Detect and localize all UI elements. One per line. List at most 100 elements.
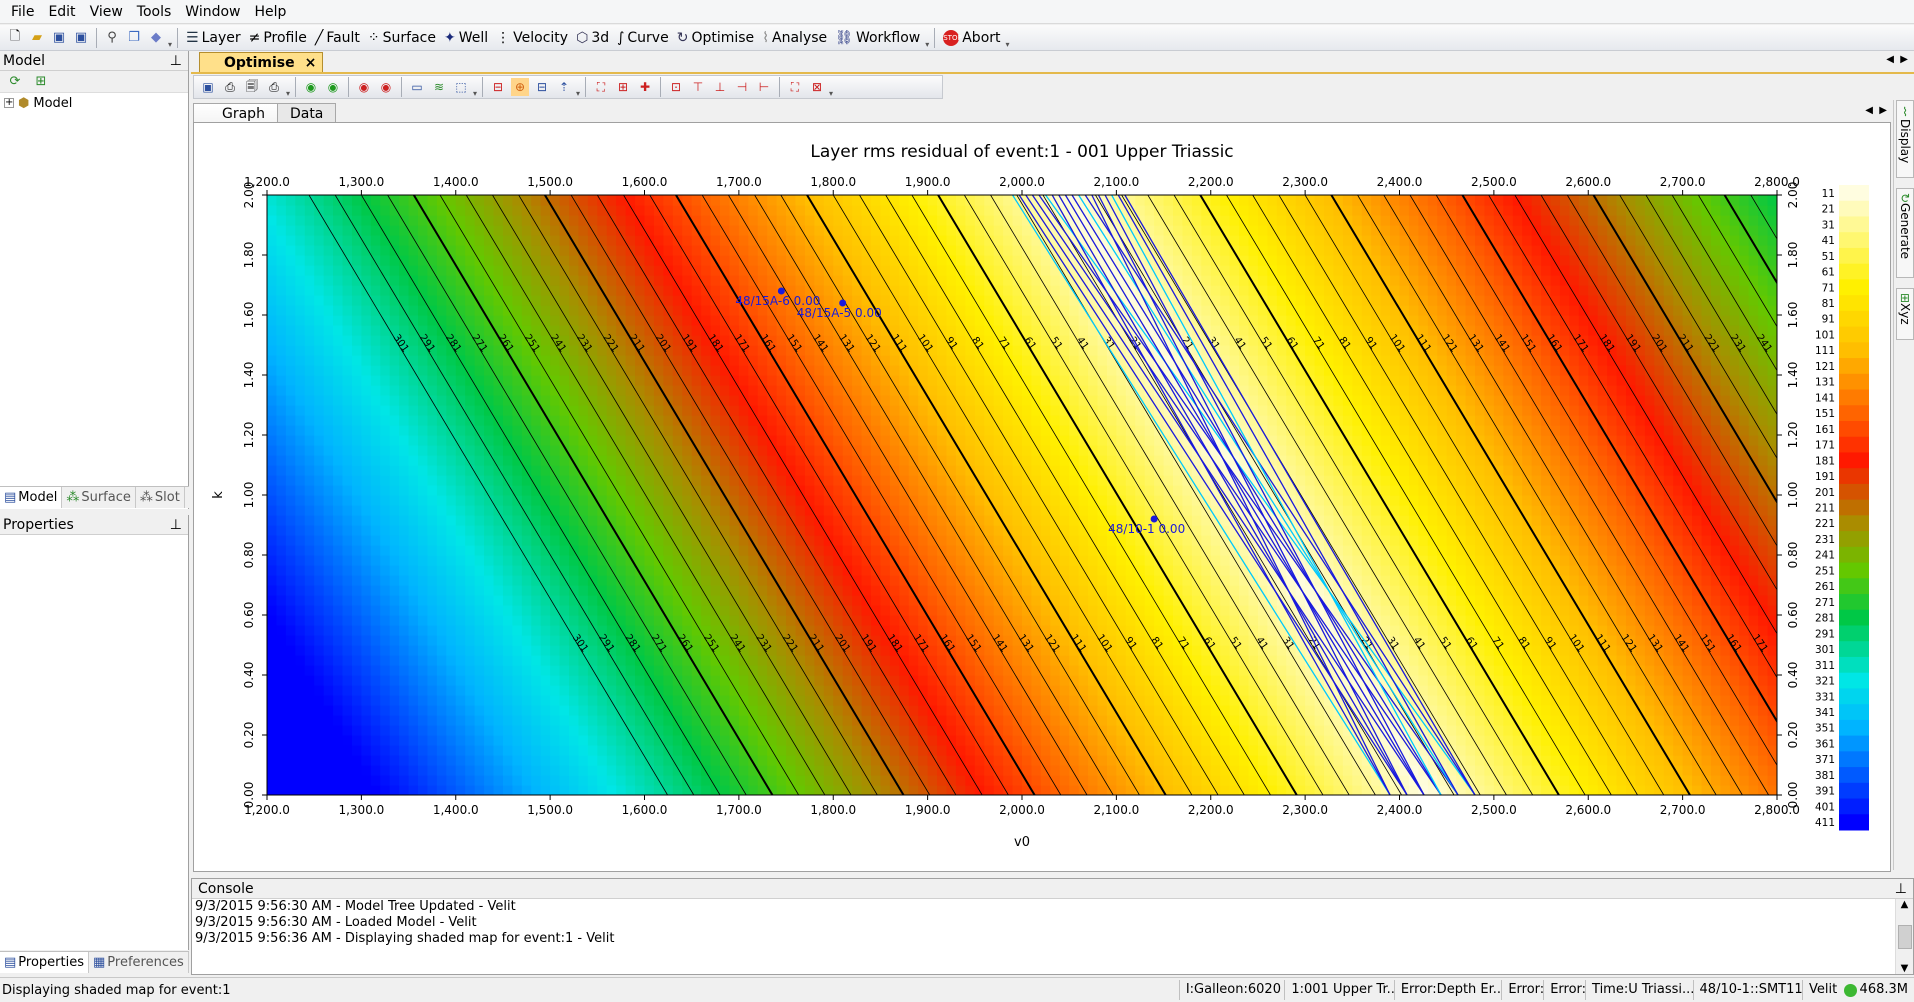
heat-cell: [606, 595, 617, 606]
pin-icon[interactable]: ⊥: [170, 515, 182, 534]
heat-cell: [908, 785, 919, 795]
new-file-icon[interactable]: 🗋: [6, 29, 24, 47]
heat-cell: [370, 425, 381, 436]
tab-optimise[interactable]: Optimise ×: [199, 52, 324, 72]
heat-cell: [361, 255, 372, 266]
heat-cell: [436, 665, 447, 676]
heat-cell: [823, 525, 834, 536]
save-icon[interactable]: ▣: [199, 78, 217, 96]
pan-down-icon[interactable]: ⊥: [711, 78, 729, 96]
scroll-right-icon[interactable]: ▶: [1900, 54, 1908, 65]
print-setup-icon[interactable]: ⎙: [265, 78, 283, 96]
run-icon[interactable]: ◉: [324, 78, 342, 96]
heat-cell: [512, 595, 523, 606]
preview-icon[interactable]: 🗐: [243, 78, 261, 96]
residual-map-chart[interactable]: Layer rms residual of event:1 - 001 Uppe…: [194, 123, 1890, 871]
arrow-up-icon[interactable]: ⇡: [555, 78, 573, 96]
heat-cell: [672, 545, 683, 556]
heat-cell: [644, 425, 655, 436]
toolbar-overflow-icon[interactable]: ▾: [167, 27, 173, 49]
save-icon[interactable]: ▣: [50, 29, 68, 47]
tab-preferences[interactable]: ▦ Preferences: [89, 952, 189, 973]
expand-icon[interactable]: +: [4, 98, 14, 108]
well-button[interactable]: ✦ Well: [440, 27, 492, 49]
refresh-model-icon[interactable]: ⟳: [6, 73, 24, 91]
heat-cell: [946, 555, 957, 566]
toolbar-overflow-icon[interactable]: ▾: [1005, 27, 1011, 49]
tab-slot[interactable]: ⁂ Slot: [136, 487, 185, 508]
layers-icon[interactable]: ≋: [430, 78, 448, 96]
print-icon[interactable]: ⎙: [221, 78, 239, 96]
workflow-button[interactable]: ⛓ Workflow: [831, 27, 924, 49]
zoom-center-icon[interactable]: ✚: [636, 78, 654, 96]
save-all-icon[interactable]: ▣: [72, 29, 90, 47]
pin-icon[interactable]: ⊥: [170, 51, 182, 70]
fullscreen-icon[interactable]: ⊠: [808, 78, 826, 96]
find-icon[interactable]: ⚲: [103, 29, 121, 47]
horizontal-line-icon[interactable]: ⊟: [489, 78, 507, 96]
tab-properties[interactable]: ▤ Properties: [0, 952, 89, 973]
heat-cell: [333, 425, 344, 436]
toolbar-overflow-icon[interactable]: ▾: [575, 76, 581, 98]
fault-button[interactable]: ╱ Fault: [311, 27, 364, 49]
heat-cell: [974, 595, 985, 606]
heat-cell: [635, 495, 646, 506]
eraser-icon[interactable]: ◆: [147, 29, 165, 47]
select-icon[interactable]: ⬚: [452, 78, 470, 96]
tab-graph[interactable]: Graph: [193, 103, 278, 123]
optimise-button[interactable]: ↻ Optimise: [673, 27, 758, 49]
heat-cell: [361, 315, 372, 326]
heat-cell: [833, 265, 844, 276]
toolbar-overflow-icon[interactable]: ▾: [472, 76, 478, 98]
analyse-button[interactable]: ⌇ Analyse: [758, 27, 831, 49]
scroll-left-icon[interactable]: ◀: [1865, 105, 1873, 116]
velocity-button[interactable]: ⋮ Velocity: [492, 27, 572, 49]
close-icon[interactable]: ×: [305, 55, 317, 71]
heat-cell: [540, 565, 551, 576]
target-icon[interactable]: ⊕: [511, 78, 529, 96]
copy-icon[interactable]: ❐: [125, 29, 143, 47]
toolbar-overflow-icon[interactable]: ▾: [828, 76, 834, 98]
pan-up-icon[interactable]: ⊤: [689, 78, 707, 96]
fit-icon[interactable]: ⛶: [786, 78, 804, 96]
heat-cell: [842, 745, 853, 756]
profile-button[interactable]: ≠ Profile: [245, 27, 311, 49]
heat-cell: [974, 315, 985, 326]
pan-right-icon[interactable]: ⊢: [755, 78, 773, 96]
tab-model[interactable]: ▤ Model: [0, 487, 63, 508]
heat-cell: [521, 275, 532, 286]
heat-cell: [314, 735, 325, 746]
tab-surface[interactable]: ⁂ Surface: [62, 487, 136, 508]
3d-button[interactable]: ⬡ 3d: [572, 27, 613, 49]
toolbar-overflow-icon[interactable]: ▾: [924, 27, 930, 49]
curve-button[interactable]: ∫ Curve: [613, 27, 673, 49]
add-model-icon[interactable]: ⊞: [32, 73, 50, 91]
open-folder-icon[interactable]: ▰: [28, 29, 46, 47]
stop-icon[interactable]: ◉: [377, 78, 395, 96]
display-icon[interactable]: ▭: [408, 78, 426, 96]
tab-data[interactable]: Data: [276, 103, 337, 123]
menu-help[interactable]: Help: [248, 1, 294, 23]
heat-cell: [569, 715, 580, 726]
layer-button[interactable]: ☰ Layer: [182, 27, 245, 49]
toolbar-overflow-icon[interactable]: ▾: [285, 76, 291, 98]
scroll-left-icon[interactable]: ◀: [1886, 54, 1894, 65]
heat-cell: [1012, 425, 1023, 436]
menu-window[interactable]: Window: [178, 1, 247, 23]
menu-tools[interactable]: Tools: [130, 1, 179, 23]
zoom-in-icon[interactable]: ⊞: [614, 78, 632, 96]
menu-view[interactable]: View: [83, 1, 130, 23]
tree-item-model[interactable]: + ⬢ Model: [0, 93, 188, 113]
split-icon[interactable]: ⊟: [533, 78, 551, 96]
scroll-right-icon[interactable]: ▶: [1879, 105, 1887, 116]
zoom-extent-icon[interactable]: ⛶: [592, 78, 610, 96]
surface-button[interactable]: ⁘ Surface: [364, 27, 440, 49]
point-icon[interactable]: ⊡: [667, 78, 685, 96]
menu-file[interactable]: File: [4, 1, 41, 23]
pan-left-icon[interactable]: ⊣: [733, 78, 751, 96]
play-icon[interactable]: ◉: [302, 78, 320, 96]
abort-button[interactable]: STOP Abort: [939, 27, 1004, 49]
menu-edit[interactable]: Edit: [41, 1, 82, 23]
heat-cell: [342, 565, 353, 576]
record-icon[interactable]: ◉: [355, 78, 373, 96]
